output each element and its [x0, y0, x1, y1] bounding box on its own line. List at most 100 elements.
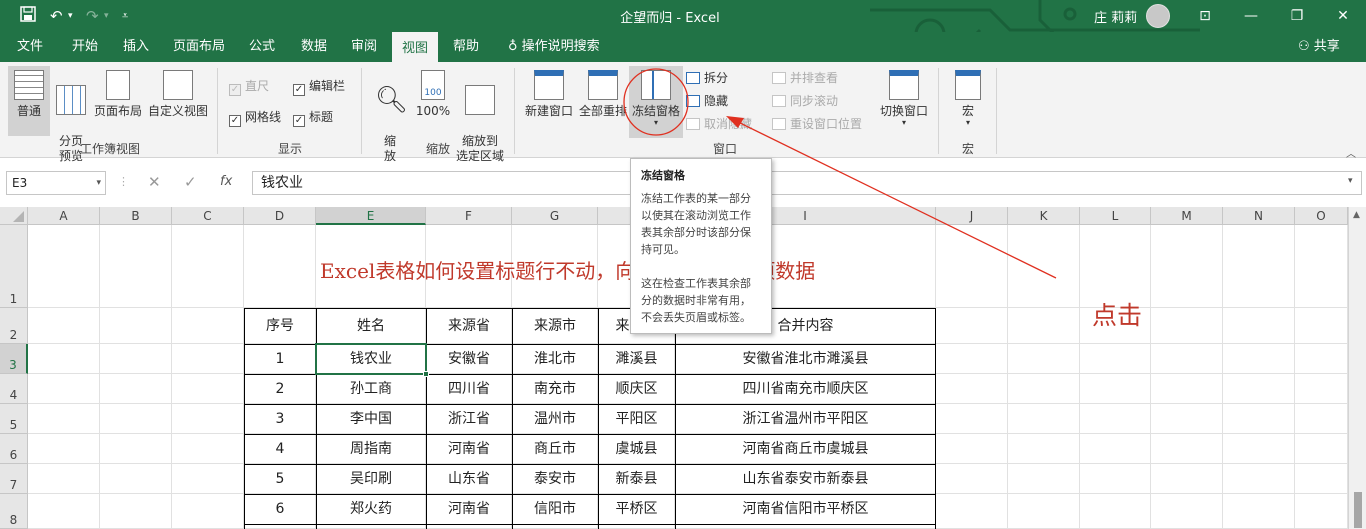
freeze-panes-button[interactable]: 冻结窗格 ▾	[629, 66, 683, 138]
table-header-cell[interactable]: 姓名	[316, 308, 426, 344]
row-header-8[interactable]: 8	[0, 494, 28, 529]
cancel-icon[interactable]: ✕	[148, 172, 161, 192]
headings-checkbox[interactable]: ✓ 标题	[293, 109, 333, 127]
row-header-2[interactable]: 2	[0, 308, 28, 344]
hide-button[interactable]: 隐藏	[686, 93, 728, 109]
column-header-m[interactable]: M	[1151, 207, 1223, 225]
table-cell[interactable]: 3	[244, 404, 316, 434]
row-header-6[interactable]: 6	[0, 434, 28, 464]
table-cell[interactable]: 平阳区	[598, 404, 675, 434]
column-header-j[interactable]: J	[936, 207, 1008, 225]
select-all-corner[interactable]	[0, 207, 28, 225]
column-header-o[interactable]: O	[1295, 207, 1348, 225]
zoom-100-button[interactable]: 100 100%	[414, 66, 452, 138]
table-cell[interactable]: 1	[244, 344, 316, 374]
zoom-button[interactable]: 🔍︎ 缩 放	[372, 66, 408, 163]
column-header-a[interactable]: A	[28, 207, 100, 225]
share-button[interactable]: ⚇ 共享	[1298, 32, 1340, 62]
table-cell[interactable]: 5	[244, 464, 316, 494]
column-header-k[interactable]: K	[1008, 207, 1080, 225]
table-cell[interactable]: 新泰县	[598, 464, 675, 494]
table-cell[interactable]: 周指南	[316, 434, 426, 464]
column-header-n[interactable]: N	[1223, 207, 1295, 225]
undo-dropdown-icon[interactable]: ▾	[68, 6, 73, 26]
table-cell[interactable]: 四川省	[426, 374, 512, 404]
table-header-cell[interactable]: 来源市	[512, 308, 598, 344]
column-header-e[interactable]: E	[316, 207, 426, 225]
tab-file[interactable]: 文件	[8, 32, 52, 62]
table-cell[interactable]: 温州市	[512, 404, 598, 434]
customize-qa-icon[interactable]: ⩡	[122, 6, 128, 26]
enter-icon[interactable]: ✓	[184, 172, 197, 192]
table-cell[interactable]: 孙工商	[316, 374, 426, 404]
arrange-all-button[interactable]: 全部重排	[577, 66, 629, 128]
view-side-by-side-button[interactable]: 并排查看	[772, 70, 838, 86]
zoom-to-selection-button[interactable]: 缩放到 选定区域	[454, 66, 506, 163]
table-cell[interactable]: 浙江省温州市平阳区	[675, 404, 936, 434]
column-header-g[interactable]: G	[512, 207, 598, 225]
table-cell[interactable]: 吴印刷	[316, 464, 426, 494]
table-cell[interactable]: 郑火药	[316, 494, 426, 524]
new-window-button[interactable]: 新建窗口	[522, 66, 576, 128]
gridlines-checkbox[interactable]: ✓ 网格线	[229, 109, 281, 127]
table-cell[interactable]: 2	[244, 374, 316, 404]
redo-icon[interactable]: ↷	[86, 6, 99, 26]
row-header-3[interactable]: 3	[0, 344, 28, 374]
table-cell[interactable]: 河南省信阳市平桥区	[675, 494, 936, 524]
table-header-cell[interactable]: 序号	[244, 308, 316, 344]
macros-button[interactable]: 宏 ▾	[948, 66, 988, 138]
column-header-l[interactable]: L	[1080, 207, 1151, 225]
tab-insert[interactable]: 插入	[114, 32, 158, 62]
ribbon-display-options-icon[interactable]: ⊡	[1190, 4, 1220, 28]
page-layout-button[interactable]: 页面布局	[92, 66, 144, 136]
tab-help[interactable]: 帮助	[444, 32, 488, 62]
table-cell[interactable]: 山东省泰安市新泰县	[675, 464, 936, 494]
table-cell[interactable]: 河南省	[426, 494, 512, 524]
collapse-ribbon-icon[interactable]: ︿	[1346, 145, 1356, 160]
table-cell[interactable]: 四川省南充市顺庆区	[675, 374, 936, 404]
vertical-scrollbar[interactable]: ▲	[1348, 207, 1366, 529]
table-cell[interactable]: 安徽省淮北市濉溪县	[675, 344, 936, 374]
tab-view[interactable]: 视图	[392, 32, 438, 62]
page-break-preview-button[interactable]: 分页 预览	[52, 66, 90, 163]
table-cell[interactable]: 顺庆区	[598, 374, 675, 404]
minimize-icon[interactable]: —	[1236, 4, 1266, 28]
tell-me-search[interactable]: ♁ 操作说明搜索	[508, 32, 600, 62]
fill-handle[interactable]	[423, 371, 429, 377]
table-cell[interactable]: 泰安市	[512, 464, 598, 494]
tab-formulas[interactable]: 公式	[240, 32, 284, 62]
table-cell[interactable]: 虞城县	[598, 434, 675, 464]
unhide-button[interactable]: 取消隐藏	[686, 116, 752, 132]
insert-function-icon[interactable]: fx	[220, 172, 232, 192]
reset-window-position-button[interactable]: 重设窗口位置	[772, 116, 862, 132]
custom-views-button[interactable]: 自定义视图	[146, 66, 210, 136]
table-cell[interactable]: 平桥区	[598, 494, 675, 524]
tab-page-layout[interactable]: 页面布局	[166, 32, 232, 62]
table-cell[interactable]: 浙江省	[426, 404, 512, 434]
column-header-c[interactable]: C	[172, 207, 244, 225]
row-header-1[interactable]: 1	[0, 225, 28, 308]
close-icon[interactable]: ✕	[1328, 4, 1358, 28]
undo-icon[interactable]: ↶	[50, 6, 63, 26]
tab-home[interactable]: 开始	[62, 32, 108, 62]
tab-data[interactable]: 数据	[292, 32, 336, 62]
row-header-5[interactable]: 5	[0, 404, 28, 434]
row-header-7[interactable]: 7	[0, 464, 28, 494]
scrollbar-thumb[interactable]	[1354, 492, 1362, 528]
table-header-cell[interactable]: 来源省	[426, 308, 512, 344]
split-button[interactable]: 拆分	[686, 70, 728, 86]
table-cell[interactable]: 4	[244, 434, 316, 464]
formula-bar-checkbox[interactable]: ✓ 编辑栏	[293, 78, 345, 96]
scroll-up-icon[interactable]: ▲	[1353, 210, 1360, 220]
column-header-b[interactable]: B	[100, 207, 172, 225]
table-cell[interactable]: 信阳市	[512, 494, 598, 524]
row-header-4[interactable]: 4	[0, 374, 28, 404]
formula-input[interactable]: 钱农业	[252, 171, 1362, 195]
table-cell[interactable]: 商丘市	[512, 434, 598, 464]
expand-formula-bar-icon[interactable]: ▾	[1348, 176, 1353, 186]
table-cell[interactable]: 濉溪县	[598, 344, 675, 374]
table-cell[interactable]: 河南省商丘市虞城县	[675, 434, 936, 464]
table-cell[interactable]: 6	[244, 494, 316, 524]
name-box[interactable]: E3 ▾	[6, 171, 106, 195]
table-cell[interactable]: 淮北市	[512, 344, 598, 374]
